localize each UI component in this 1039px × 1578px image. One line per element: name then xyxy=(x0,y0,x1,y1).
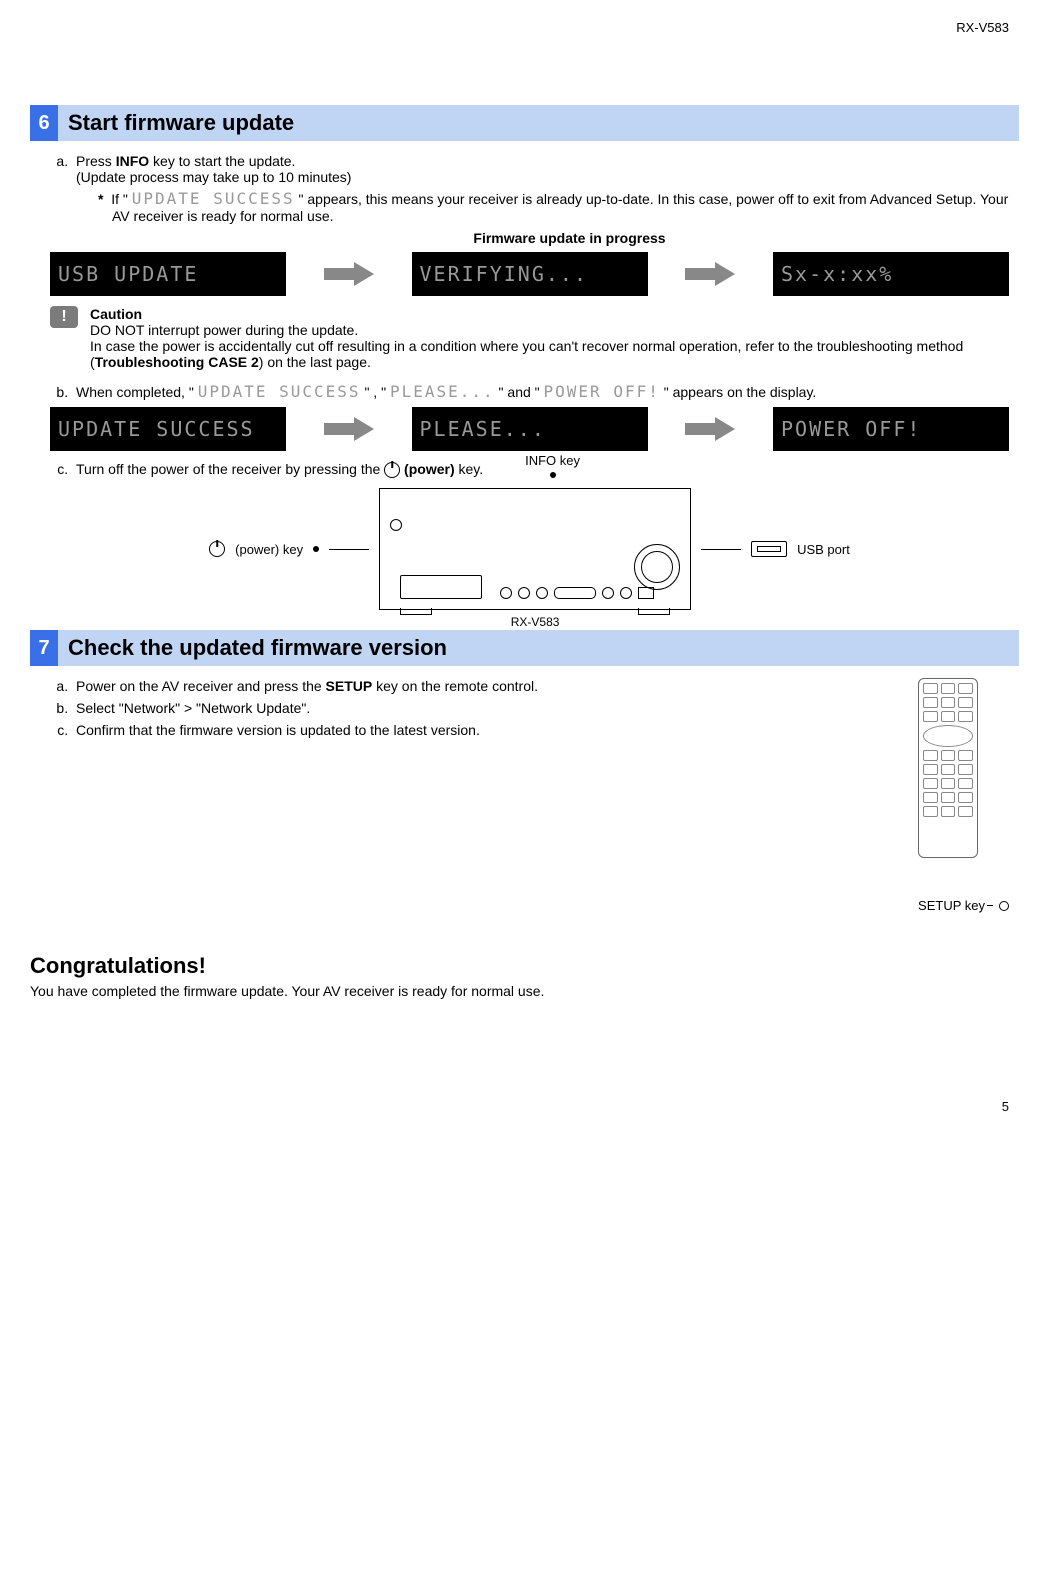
text: key on the remote control. xyxy=(372,678,538,694)
text: (Update process may take up to 10 minute… xyxy=(76,169,1009,185)
setup-key-text: SETUP xyxy=(326,678,373,694)
receiver-model-label: RX-V583 xyxy=(380,615,690,629)
display-update-success: UPDATE SUCCESS xyxy=(50,407,286,451)
section-6-header: 6 Start firmware update xyxy=(30,105,1019,141)
star-note: * If " UPDATE SUCCESS " appears, this me… xyxy=(98,189,1009,224)
display-text: UPDATE SUCCESS xyxy=(132,189,295,208)
display-progress: Sx-x:xx% xyxy=(773,252,1009,296)
step-6a: Press INFO key to start the update. (Upd… xyxy=(72,153,1009,224)
step-6b: When completed, " UPDATE SUCCESS " , " P… xyxy=(72,382,1009,401)
arrow-icon xyxy=(680,259,740,289)
display-power-off: POWER OFF! xyxy=(773,407,1009,451)
display-text: UPDATE SUCCESS xyxy=(198,382,361,401)
usb-port-icon xyxy=(751,541,787,557)
display-row-2: UPDATE SUCCESS PLEASE... POWER OFF! xyxy=(50,407,1009,451)
text: " and " xyxy=(495,384,544,400)
receiver-diagram: (power) key INFO key RX-V583 USB port xyxy=(50,488,1009,610)
display-row-1: USB UPDATE VERIFYING... Sx-x:xx% xyxy=(50,252,1009,296)
section-7-number: 7 xyxy=(30,630,58,666)
remote-control-diagram xyxy=(918,678,978,858)
model-header: RX-V583 xyxy=(30,20,1019,35)
text: key to start the update. xyxy=(149,153,295,169)
display-verifying: VERIFYING... xyxy=(412,252,648,296)
caution-text-1: DO NOT interrupt power during the update… xyxy=(90,322,1009,338)
arrow-icon xyxy=(680,414,740,444)
text: Press xyxy=(76,153,116,169)
display-usb-update: USB UPDATE xyxy=(50,252,286,296)
troubleshooting-ref: Troubleshooting CASE 2 xyxy=(95,354,259,370)
step-7b: Select "Network" > "Network Update". xyxy=(72,700,1009,716)
setup-key-label: SETUP key xyxy=(918,898,985,913)
caution-icon: ! xyxy=(50,306,78,328)
section-7-title: Check the updated firmware version xyxy=(58,630,1019,666)
setup-key-dot xyxy=(999,901,1009,911)
page-number: 5 xyxy=(30,1099,1019,1114)
power-key-label: (power) key xyxy=(235,542,303,557)
section-7-header: 7 Check the updated firmware version xyxy=(30,630,1019,666)
display-text: PLEASE... xyxy=(390,382,495,401)
progress-label: Firmware update in progress xyxy=(50,230,1009,246)
section-6-number: 6 xyxy=(30,105,58,141)
usb-port-label: USB port xyxy=(797,542,850,557)
text: ) on the last page. xyxy=(259,354,371,370)
caution-title: Caution xyxy=(90,306,1009,322)
arrow-icon xyxy=(319,414,379,444)
power-icon xyxy=(384,462,400,478)
info-key-label: INFO key xyxy=(525,453,580,468)
display-text: POWER OFF! xyxy=(544,382,660,401)
section-6-title: Start firmware update xyxy=(58,105,1019,141)
text: Turn off the power of the receiver by pr… xyxy=(76,461,384,477)
power-key-text: (power) xyxy=(400,461,454,477)
step-7a: Power on the AV receiver and press the S… xyxy=(72,678,1009,694)
text: Power on the AV receiver and press the xyxy=(76,678,326,694)
congratulations-title: Congratulations! xyxy=(30,953,1019,979)
congratulations-text: You have completed the firmware update. … xyxy=(30,983,1019,999)
display-please: PLEASE... xyxy=(412,407,648,451)
caution-text-2: In case the power is accidentally cut of… xyxy=(90,338,1009,370)
text: " appears on the display. xyxy=(660,384,816,400)
text: " , " xyxy=(361,384,390,400)
receiver-box: INFO key RX-V583 xyxy=(379,488,691,610)
text: key. xyxy=(455,461,484,477)
info-key-text: INFO xyxy=(116,153,149,169)
step-7c: Confirm that the firmware version is upd… xyxy=(72,722,1009,738)
text: When completed, " xyxy=(76,384,198,400)
arrow-icon xyxy=(319,259,379,289)
text: If " xyxy=(111,191,132,207)
power-icon xyxy=(209,541,225,557)
